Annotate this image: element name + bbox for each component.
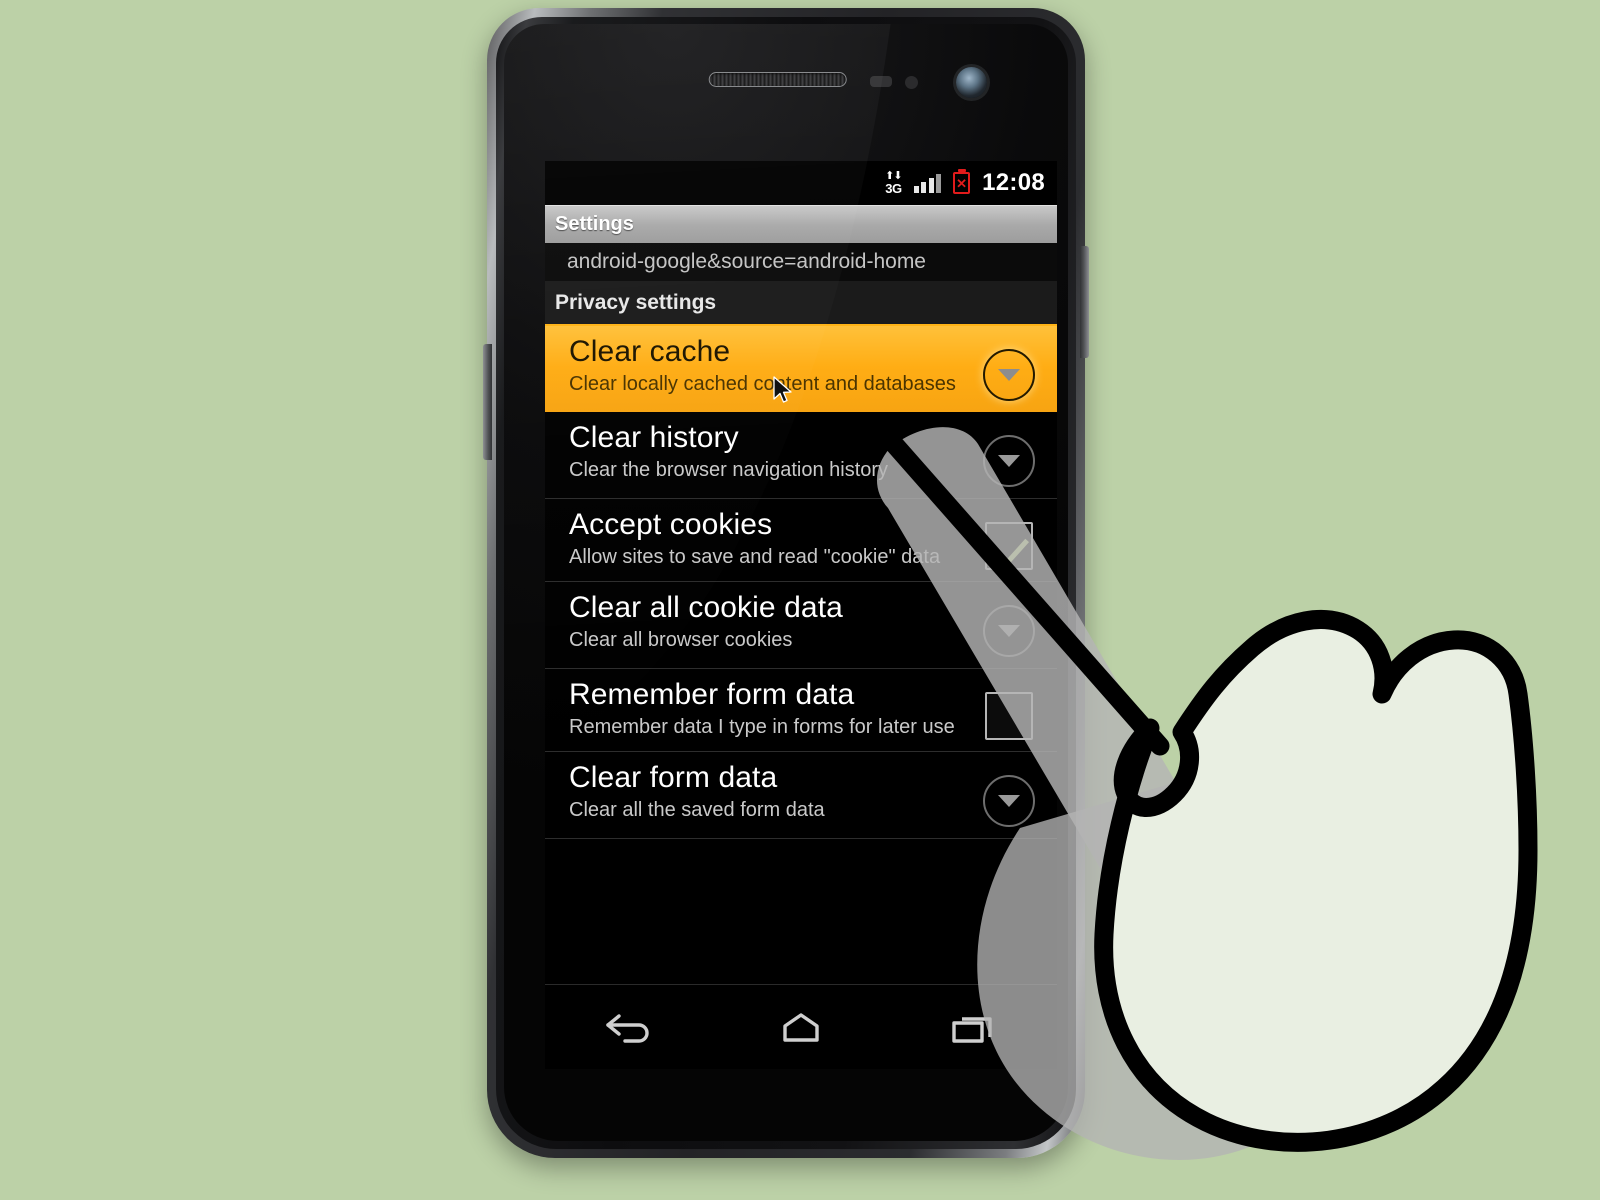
hand-shape-icon (1094, 610, 1538, 1152)
settings-row[interactable]: Clear all cookie data Clear all browser c… (545, 582, 1057, 669)
settings-row[interactable]: Clear cache Clear locally cached content … (545, 326, 1057, 412)
settings-row-title: Clear form data (569, 761, 778, 794)
section-header-privacy: Privacy settings (545, 281, 1057, 326)
settings-row-subtitle: Allow sites to save and read "cookie" da… (569, 545, 941, 568)
settings-row-widget (973, 761, 1045, 827)
privacy-settings-list: Clear cache Clear locally cached content … (545, 326, 1057, 839)
phone-glass-front: ⬆⬇ 3G ✕ 12:08 Settings android-google&so… (504, 24, 1068, 1141)
network-3g-icon: ⬆⬇ 3G (885, 171, 902, 196)
status-bar-clock: 12:08 (982, 169, 1045, 196)
section-header-label: Privacy settings (555, 290, 717, 314)
settings-row-widget (973, 591, 1045, 657)
settings-row-texts: Remember form data Remember data I type i… (569, 678, 973, 739)
android-phone-device: ⬆⬇ 3G ✕ 12:08 Settings android-google&so… (483, 8, 1089, 1158)
proximity-sensor-icon (870, 76, 892, 87)
back-icon (606, 1014, 649, 1043)
settings-row-subtitle: Clear all browser cookies (569, 628, 793, 651)
settings-row-subtitle: Clear the browser navigation history (569, 458, 889, 481)
wikihow-logo-h: H (1154, 750, 1373, 997)
chevron-triangle-icon (998, 625, 1020, 637)
checkbox-checked-icon[interactable] (985, 522, 1033, 570)
settings-row-widget (973, 508, 1045, 570)
nav-back-button[interactable] (575, 997, 685, 1057)
settings-row-title: Clear cache (569, 335, 731, 368)
settings-row-title: Clear all cookie data (569, 591, 843, 624)
wikihow-logo-w: w (1092, 879, 1262, 1076)
android-navigation-bar (545, 984, 1057, 1069)
settings-row-subtitle: Clear all the saved form data (569, 798, 825, 821)
settings-row-widget (973, 335, 1045, 401)
chevron-triangle-icon (998, 369, 1020, 381)
settings-row-texts: Accept cookies Allow sites to save and re… (569, 508, 973, 569)
chevron-down-icon[interactable] (983, 435, 1035, 487)
status-bar: ⬆⬇ 3G ✕ 12:08 (545, 161, 1057, 205)
wikihow-logo: w H (1059, 750, 1388, 1076)
settings-row-texts: Clear history Clear the browser navigatio… (569, 421, 973, 482)
battery-error-glyph: ✕ (956, 175, 968, 191)
mouse-cursor (773, 376, 792, 403)
earpiece-speaker-icon (708, 72, 847, 87)
settings-row-subtitle: Clear locally cached content and databas… (569, 372, 956, 395)
settings-row-title: Accept cookies (569, 508, 773, 541)
settings-title-bar: Settings (545, 205, 1057, 243)
chevron-triangle-icon (998, 795, 1020, 807)
settings-row-texts: Clear all cookie data Clear all browser c… (569, 591, 973, 652)
settings-row[interactable]: Clear history Clear the browser navigatio… (545, 412, 1057, 499)
settings-row-texts: Clear form data Clear all the saved form … (569, 761, 973, 822)
checkbox-unchecked-icon[interactable] (985, 692, 1033, 740)
battery-error-icon: ✕ (953, 172, 971, 194)
signal-strength-icon (913, 173, 942, 193)
phone-screen: ⬆⬇ 3G ✕ 12:08 Settings android-google&so… (545, 161, 1057, 1069)
nav-recents-button[interactable] (917, 997, 1027, 1057)
light-sensor-icon (905, 76, 918, 89)
settings-row[interactable]: Clear form data Clear all the saved form … (545, 752, 1057, 839)
settings-row[interactable]: Remember form data Remember data I type i… (545, 669, 1057, 752)
url-strip-text: android-google&source=android-home (567, 250, 926, 273)
recents-icon (951, 1017, 992, 1043)
nav-home-button[interactable] (746, 997, 856, 1057)
settings-row-subtitle: Remember data I type in forms for later … (569, 715, 955, 738)
settings-row-texts: Clear cache Clear locally cached content … (569, 335, 973, 396)
front-camera-icon (956, 67, 987, 98)
settings-row-widget (973, 678, 1045, 740)
home-icon (783, 1013, 819, 1042)
chevron-down-icon[interactable] (983, 349, 1035, 401)
url-strip: android-google&source=android-home (545, 243, 1057, 281)
power-button[interactable] (1080, 246, 1089, 358)
settings-row-widget (973, 421, 1045, 487)
chevron-down-icon[interactable] (983, 605, 1035, 657)
settings-row[interactable]: Accept cookies Allow sites to save and re… (545, 499, 1057, 582)
settings-row-title: Remember form data (569, 678, 855, 711)
settings-row-title: Clear history (569, 421, 739, 454)
volume-rocker-button[interactable] (483, 344, 492, 460)
page-title: Settings (555, 213, 634, 235)
network-label: 3G (885, 181, 902, 196)
chevron-triangle-icon (998, 455, 1020, 467)
chevron-down-icon[interactable] (983, 775, 1035, 827)
